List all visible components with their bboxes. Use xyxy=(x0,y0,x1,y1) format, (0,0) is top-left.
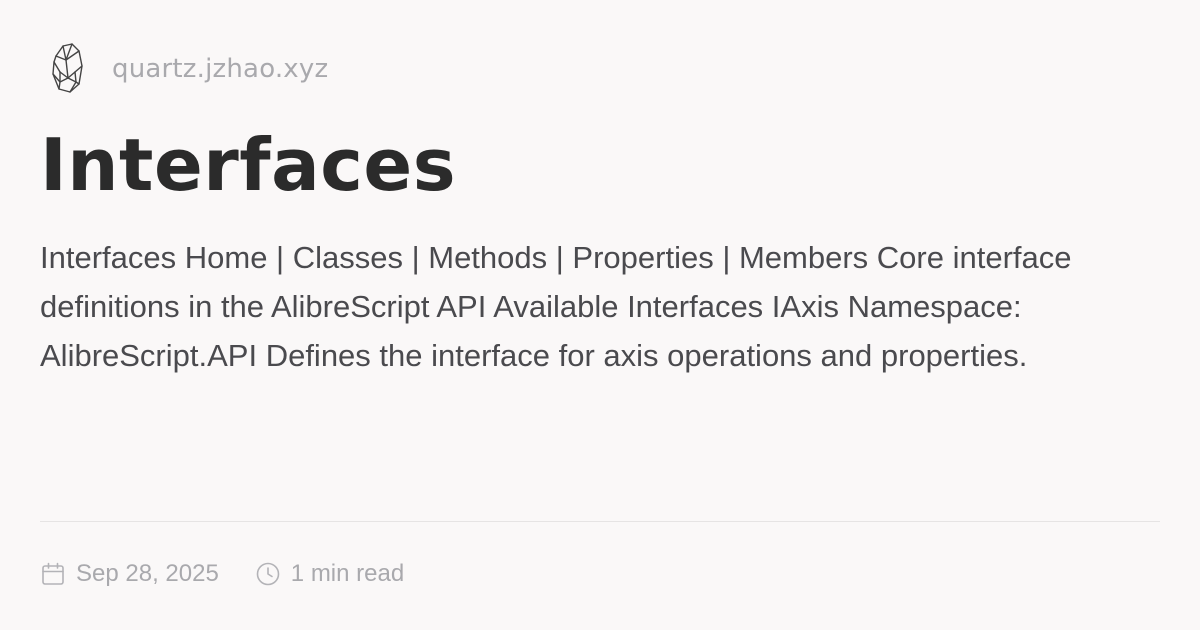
calendar-icon xyxy=(42,562,64,585)
page-description: Interfaces Home | Classes | Methods | Pr… xyxy=(40,240,1072,373)
meta-date: Sep 28, 2025 xyxy=(40,560,219,588)
clock-icon xyxy=(256,562,280,586)
page-meta: Sep 28, 2025 1 min read xyxy=(40,556,404,592)
divider xyxy=(40,521,1160,522)
meta-read-time: 1 min read xyxy=(255,560,404,588)
quartz-crystal-icon xyxy=(52,43,83,93)
meta-date-text: Sep 28, 2025 xyxy=(76,560,219,587)
meta-read-time-text: 1 min read xyxy=(290,560,405,587)
page-title: Interfaces xyxy=(40,123,457,207)
site-name[interactable]: quartz.jzhao.xyz xyxy=(112,54,328,84)
site-header: quartz.jzhao.xyz xyxy=(48,42,328,96)
